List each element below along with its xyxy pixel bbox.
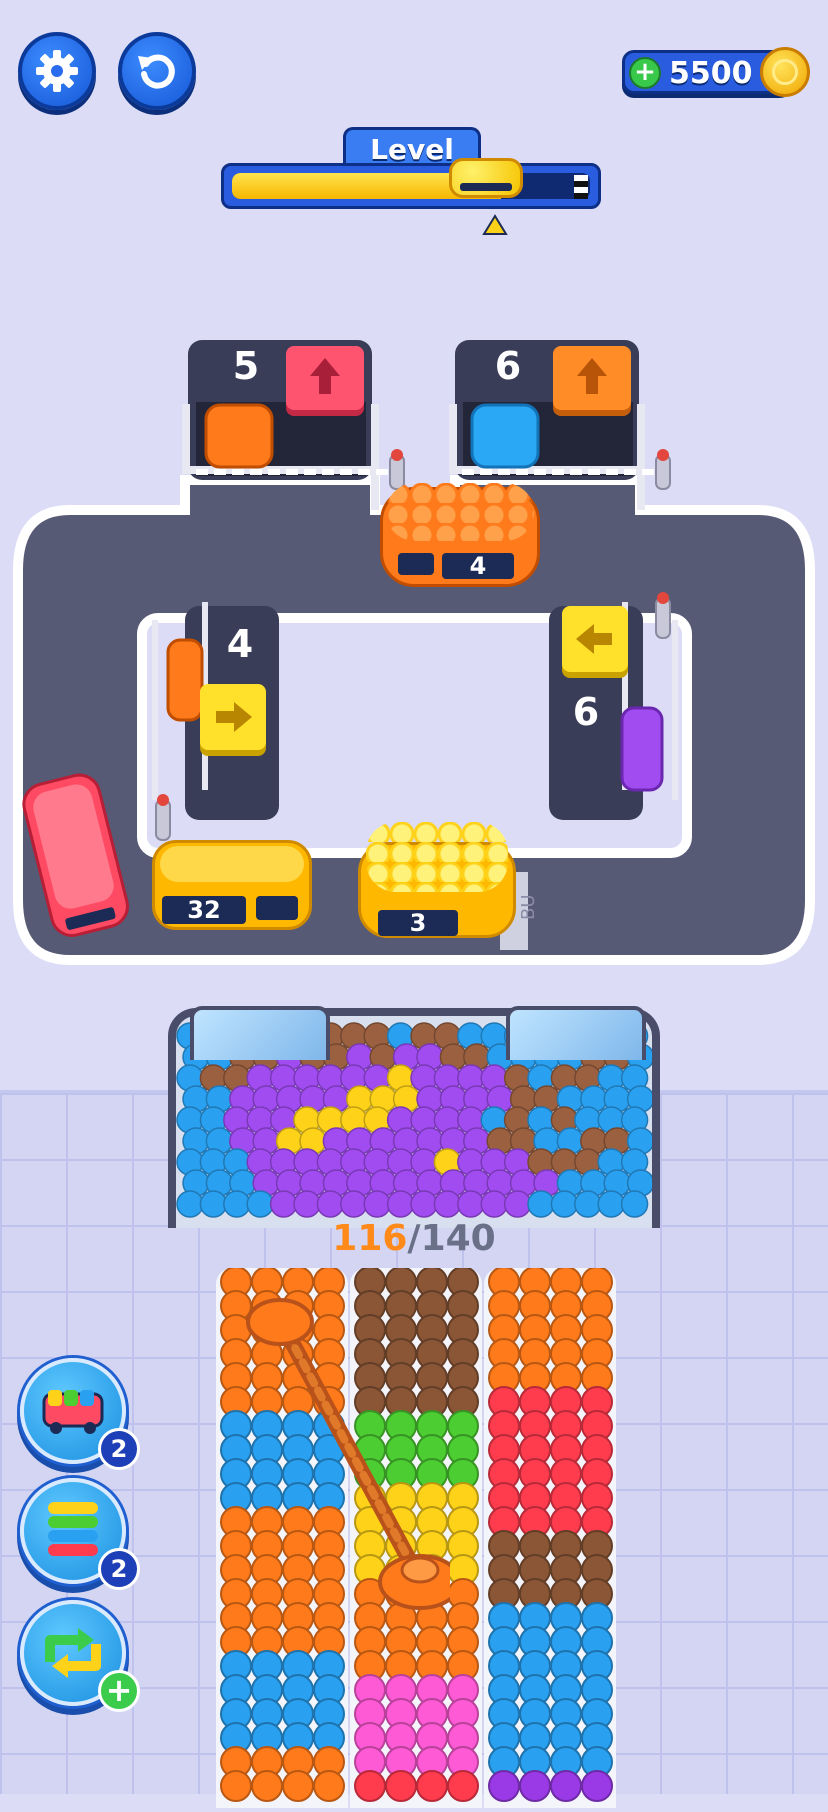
collector-ball	[386, 1190, 415, 1218]
ball	[519, 1770, 551, 1802]
collector-ball	[223, 1190, 251, 1218]
bus-cargo	[366, 822, 508, 892]
collector-ball	[433, 1190, 462, 1218]
ball	[282, 1770, 314, 1802]
coin-counter: + 5500	[622, 47, 810, 97]
stack-balls	[488, 1266, 613, 1802]
ball	[488, 1770, 520, 1802]
bay-2-exit-button[interactable]	[553, 346, 631, 410]
ball	[251, 1770, 283, 1802]
ball	[385, 1770, 417, 1802]
stack-column-3[interactable]	[484, 1266, 616, 1808]
collector-ball	[620, 1190, 649, 1218]
collector-ball	[246, 1190, 274, 1218]
top-bay-1-number: 5	[232, 344, 260, 388]
arrow-right-icon	[216, 702, 252, 732]
collector-ball	[293, 1190, 321, 1218]
settings-button[interactable]	[18, 32, 96, 110]
ball	[220, 1770, 252, 1802]
collector-ball	[480, 1190, 508, 1218]
ball	[313, 1770, 345, 1802]
rope-connector	[246, 1298, 450, 1610]
collector-ball	[269, 1190, 298, 1218]
restart-button[interactable]	[118, 32, 196, 110]
collector-ball	[597, 1190, 625, 1218]
progress-pointer-icon	[482, 214, 508, 235]
collected-count: 116	[332, 1218, 408, 1259]
ball	[354, 1770, 386, 1802]
ball	[416, 1770, 448, 1802]
add-coins-button[interactable]: +	[629, 57, 661, 89]
ball	[447, 1770, 479, 1802]
collector-ball	[340, 1190, 368, 1218]
bus-cargo	[386, 483, 534, 541]
collector-ball	[363, 1190, 391, 1218]
total-count: /140	[407, 1218, 496, 1259]
collector-ball	[199, 1190, 228, 1218]
side-bay-left-number: 4	[226, 622, 254, 666]
bus-capacity-label: 4	[442, 553, 514, 579]
progress-bus-icon	[449, 158, 523, 198]
collector-ball	[503, 1190, 532, 1218]
booster-count-badge: 2	[98, 1428, 140, 1470]
add-booster-badge[interactable]: +	[98, 1670, 140, 1712]
restart-icon	[138, 54, 175, 89]
ball	[581, 1770, 613, 1802]
arrow-up-icon	[310, 358, 340, 394]
side-bay-right-number: 6	[572, 690, 600, 734]
arrow-left-icon	[576, 624, 612, 654]
arrow-up-icon	[577, 358, 607, 394]
left-bay-exit-button[interactable]	[200, 684, 266, 750]
gear-icon	[36, 50, 78, 92]
coin-icon	[760, 47, 810, 97]
collector-ball	[574, 1190, 602, 1218]
finish-flag-icon	[574, 175, 588, 199]
booster-count-badge: 2	[98, 1548, 140, 1590]
right-bay-exit-button[interactable]	[562, 606, 628, 672]
booster-stack-button[interactable]: 2	[20, 1478, 140, 1590]
parking-sign-text: BU	[518, 894, 539, 920]
collector-ball	[410, 1190, 438, 1218]
collector-ball	[457, 1190, 485, 1218]
collector-counter: 116/140	[0, 1218, 828, 1259]
bus-orange[interactable]: 4	[380, 483, 540, 591]
booster-swap-button[interactable]: +	[20, 1600, 140, 1712]
collector-ball	[316, 1190, 345, 1218]
collector-ball	[176, 1190, 204, 1218]
collector-ball	[527, 1190, 555, 1218]
ball	[550, 1770, 582, 1802]
bus-capacity-label: 3	[378, 910, 458, 936]
level-progress-bar	[221, 158, 601, 209]
top-bay-2-number: 6	[494, 344, 522, 388]
bay-1-exit-button[interactable]	[286, 346, 364, 410]
bus-yellow-empty[interactable]: 32	[152, 840, 314, 932]
collector-ball	[550, 1190, 579, 1218]
booster-bus-button[interactable]: 2	[20, 1358, 140, 1470]
bus-capacity-label: 32	[162, 896, 246, 924]
bus-yellow-loading[interactable]: 3	[358, 822, 516, 942]
coin-amount: 5500	[669, 56, 753, 91]
